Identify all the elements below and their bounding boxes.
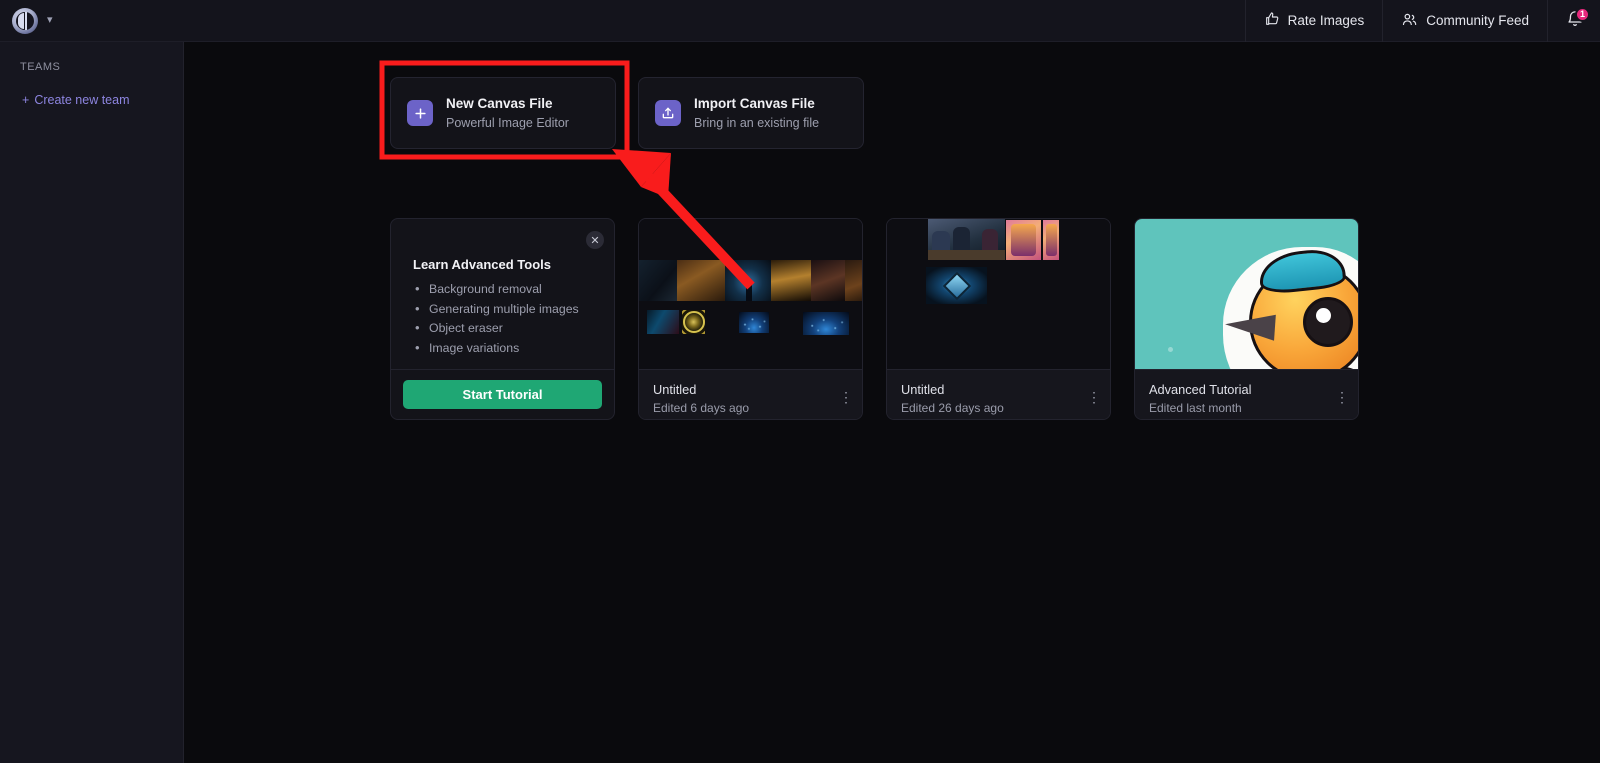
plus-icon [407,100,433,126]
rate-images-button[interactable]: Rate Images [1244,0,1383,42]
file-edited: Edited 6 days ago [653,401,750,415]
header-actions: Rate Images Community Feed 1 [1244,0,1600,42]
more-vertical-icon[interactable]: ⋮ [839,390,855,406]
file-name: Untitled [901,382,945,397]
file-meta: Untitled Edited 26 days ago ⋮ [887,369,1110,419]
file-meta: Untitled Edited 6 days ago ⋮ [639,369,862,419]
community-feed-label: Community Feed [1426,13,1529,28]
thumbnail-preview [887,219,1110,369]
learn-advanced-tools-card: ✕ Learn Advanced Tools Background remova… [390,218,615,420]
notifications-button[interactable]: 1 [1547,0,1600,42]
app-header: ▾ Rate Images Community Feed 1 [0,0,1600,42]
tutorial-footer: Start Tutorial [391,369,614,419]
file-name: Advanced Tutorial [1149,382,1252,397]
close-icon[interactable]: ✕ [586,231,604,249]
list-item: Background removal [413,280,614,298]
canvas-file-card-1[interactable]: Untitled Edited 6 days ago ⋮ [638,218,863,420]
main-content: New Canvas File Powerful Image Editor Im… [184,42,1600,763]
file-edited: Edited 26 days ago [901,401,1004,415]
import-icon [655,100,681,126]
thumbnail-preview [1135,219,1358,369]
import-canvas-file-title: Import Canvas File [694,96,815,112]
thumbs-up-icon [1264,11,1280,30]
tutorial-body: Learn Advanced Tools Background removal … [391,219,614,369]
list-item: Generating multiple images [413,300,614,318]
rate-images-label: Rate Images [1287,13,1365,28]
community-feed-button[interactable]: Community Feed [1382,0,1547,42]
list-item: Image variations [413,339,614,357]
file-name: Untitled [653,382,697,397]
plus-icon: + [22,93,30,107]
new-canvas-file-card[interactable]: New Canvas File Powerful Image Editor [390,77,616,149]
import-canvas-file-card[interactable]: Import Canvas File Bring in an existing … [638,77,864,149]
app-logo-icon [12,7,38,34]
bird-sticker-thumbnail [1135,219,1358,369]
canvas-files-grid: ✕ Learn Advanced Tools Background remova… [390,218,1359,420]
more-vertical-icon[interactable]: ⋮ [1335,390,1351,406]
create-new-team-label: Create new team [34,93,130,107]
chevron-down-icon[interactable]: ▾ [47,15,53,26]
new-canvas-file-subtitle: Powerful Image Editor [446,115,569,130]
people-icon [1401,11,1418,31]
start-tutorial-button[interactable]: Start Tutorial [403,380,602,409]
new-canvas-file-title: New Canvas File [446,96,553,112]
list-item: Object eraser [413,319,614,337]
sidebar: TEAMS + Create new team [0,42,184,763]
notification-badge: 1 [1575,6,1590,22]
file-meta: Advanced Tutorial Edited last month ⋮ [1135,369,1358,419]
sidebar-section-teams: TEAMS [20,61,61,73]
create-new-team-button[interactable]: + Create new team [0,73,183,107]
canvas-file-card-2[interactable]: Untitled Edited 26 days ago ⋮ [886,218,1111,420]
new-canvas-file-text: New Canvas File Powerful Image Editor [446,94,569,132]
quick-actions-row: New Canvas File Powerful Image Editor Im… [390,77,864,149]
more-vertical-icon[interactable]: ⋮ [1087,390,1103,406]
import-canvas-file-subtitle: Bring in an existing file [694,115,820,130]
tutorial-feature-list: Background removal Generating multiple i… [413,280,614,357]
workspace-switcher[interactable]: ▾ [0,7,53,34]
file-edited: Edited last month [1149,401,1242,415]
thumbnail-preview [639,219,862,369]
tutorial-heading: Learn Advanced Tools [413,257,551,272]
canvas-file-card-3[interactable]: Advanced Tutorial Edited last month ⋮ [1134,218,1359,420]
import-canvas-file-text: Import Canvas File Bring in an existing … [694,94,819,132]
